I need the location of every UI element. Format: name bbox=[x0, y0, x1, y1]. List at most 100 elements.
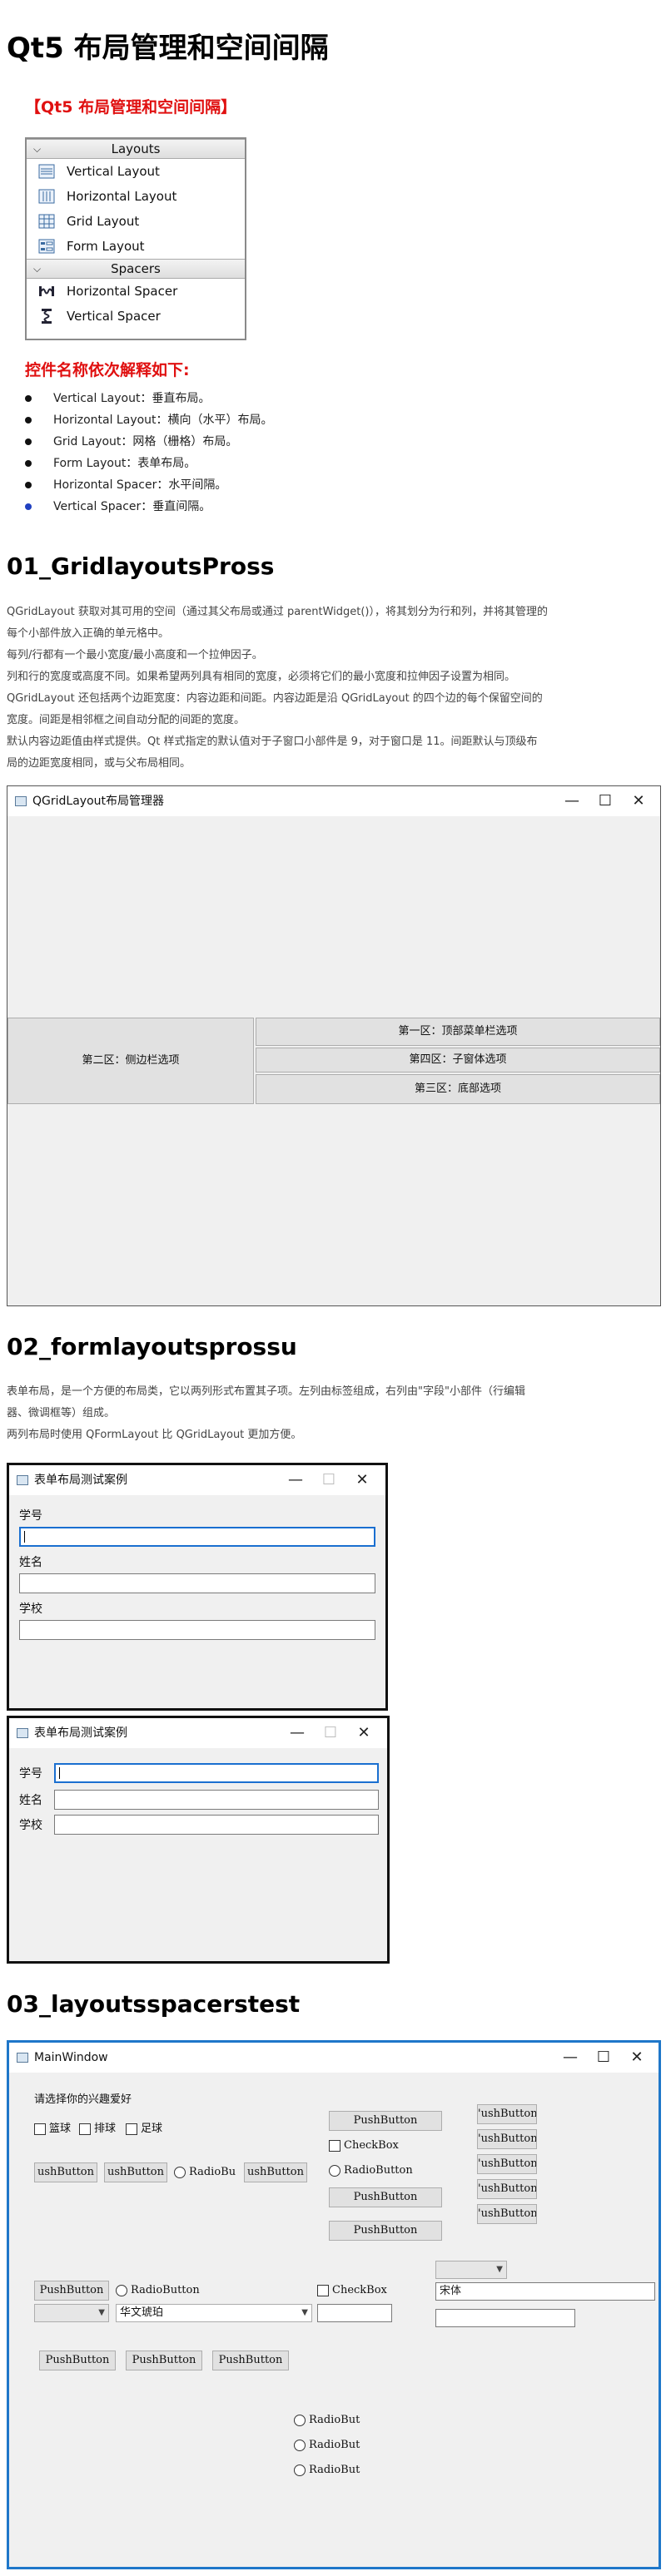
layouts-category[interactable]: ⌵ Layouts bbox=[27, 139, 245, 159]
font-field[interactable]: 宋体 bbox=[435, 2282, 655, 2301]
sidebar-zone-button[interactable]: 第二区：侧边栏选项 bbox=[7, 1018, 254, 1104]
list-item: Vertical Spacer：垂直间隔。 bbox=[25, 496, 273, 518]
hobby-checkbox-basketball[interactable]: 篮球 bbox=[34, 2123, 71, 2136]
explain-heading: 控件名称依次解释如下: bbox=[25, 361, 190, 379]
widget-vertical-spacer[interactable]: Vertical Spacer bbox=[27, 304, 245, 329]
push-button[interactable]: 'ushButton bbox=[477, 2154, 537, 2174]
app-icon bbox=[17, 1728, 28, 1738]
label-student-id: 学号 bbox=[19, 1767, 42, 1781]
app-icon bbox=[17, 1475, 28, 1485]
widget-vertical-layout[interactable]: Vertical Layout bbox=[27, 159, 245, 184]
label-school: 学校 bbox=[19, 1603, 42, 1616]
app-icon bbox=[17, 2053, 28, 2063]
push-button[interactable]: PushButton bbox=[34, 2281, 109, 2301]
top-menu-zone-button[interactable]: 第一区：顶部菜单栏选项 bbox=[256, 1018, 660, 1046]
grid-layout-window: QGridLayout布局管理器 — ☐ ✕ 第二区：侧边栏选项 第一区：顶部菜… bbox=[7, 785, 661, 1306]
chevron-down-icon: ▼ bbox=[496, 2265, 503, 2274]
form-layout-icon bbox=[38, 239, 55, 254]
label-school: 学校 bbox=[19, 1819, 42, 1832]
spacers-category[interactable]: ⌵ Spacers bbox=[27, 259, 245, 279]
maximize-icon[interactable]: ☐ bbox=[589, 786, 622, 816]
school-field[interactable] bbox=[54, 1815, 379, 1835]
push-button[interactable]: PushButton bbox=[329, 2187, 442, 2207]
page-title: Qt5 布局管理和空间间隔 bbox=[7, 32, 329, 65]
radio-button[interactable]: RadioBut bbox=[294, 2464, 360, 2477]
checkbox[interactable]: CheckBox bbox=[317, 2284, 387, 2297]
push-button[interactable]: ushButton bbox=[34, 2162, 97, 2182]
chevron-down-icon: ⌵ bbox=[33, 263, 42, 275]
app-icon bbox=[15, 796, 27, 806]
section-heading-grid: 01_GridlayoutsPross bbox=[7, 552, 275, 580]
hobby-checkbox-football[interactable]: 足球 bbox=[126, 2123, 162, 2136]
maximize-icon[interactable]: ☐ bbox=[312, 1465, 345, 1495]
hobby-checkbox-volleyball[interactable]: 排球 bbox=[79, 2123, 116, 2136]
student-id-field[interactable] bbox=[54, 1763, 379, 1783]
name-field[interactable] bbox=[19, 1573, 375, 1593]
widget-horizontal-layout[interactable]: Horizontal Layout bbox=[27, 184, 245, 209]
vertical-layout-icon bbox=[38, 164, 55, 179]
list-item: Vertical Layout：垂直布局。 bbox=[25, 388, 273, 409]
list-item: Horizontal Spacer：水平间隔。 bbox=[25, 474, 273, 496]
school-field[interactable] bbox=[19, 1620, 375, 1640]
grid-description: QGridLayout 获取对其可用的空间（通过其父布局或通过 parentWi… bbox=[7, 606, 549, 770]
close-icon[interactable]: ✕ bbox=[622, 786, 655, 816]
push-button[interactable]: ushButton bbox=[104, 2162, 167, 2182]
push-button[interactable]: 'ushButton bbox=[477, 2204, 537, 2224]
empty-combo[interactable]: ▼ bbox=[34, 2304, 109, 2322]
empty-combo-right[interactable]: ▼ bbox=[435, 2261, 507, 2279]
widget-box-panel: ⌵ Layouts Vertical Layout Horizontal Lay… bbox=[25, 137, 246, 340]
subtitle: 【Qt5 布局管理和空间间隔】 bbox=[25, 98, 237, 116]
radio-button[interactable]: RadioBu bbox=[174, 2166, 241, 2179]
chevron-down-icon: ▼ bbox=[301, 2308, 308, 2317]
maximize-icon[interactable]: ☐ bbox=[314, 1718, 347, 1748]
bottom-zone-button[interactable]: 第三区：底部选项 bbox=[256, 1074, 660, 1104]
widget-form-layout[interactable]: Form Layout bbox=[27, 234, 245, 259]
horizontal-spacer-icon bbox=[39, 286, 54, 296]
chevron-down-icon: ▼ bbox=[98, 2308, 105, 2317]
minimize-icon[interactable]: — bbox=[554, 2043, 587, 2073]
form-window-horizontal: 表单布局测试案例 — ☐ ✕ 学号 姓名 学校 bbox=[7, 1716, 390, 1964]
maximize-icon[interactable]: ☐ bbox=[587, 2043, 620, 2073]
font-combo[interactable]: 华文琥珀 ▼ bbox=[116, 2304, 312, 2322]
line-edit[interactable] bbox=[317, 2304, 392, 2322]
radio-button[interactable]: RadioBut bbox=[294, 2414, 360, 2427]
push-button[interactable]: 'ushButton bbox=[477, 2179, 537, 2199]
name-field[interactable] bbox=[54, 1790, 379, 1810]
form-description: 表单布局，是一个方便的布局类，它以两列形式布置其子项。左列由标签组成，右列由"字… bbox=[7, 1385, 525, 1441]
radio-button[interactable]: RadioButton bbox=[116, 2284, 200, 2297]
student-id-field[interactable] bbox=[19, 1527, 375, 1547]
vertical-spacer-icon bbox=[42, 309, 52, 324]
list-item: Grid Layout：网格（栅格）布局。 bbox=[25, 431, 273, 453]
list-item: Horizontal Layout：横向（水平）布局。 bbox=[25, 409, 273, 431]
section-heading-spacers: 03_layoutsspacerstest bbox=[7, 1990, 301, 2018]
push-button[interactable]: PushButton bbox=[329, 2221, 442, 2241]
list-item: Form Layout：表单布局。 bbox=[25, 453, 273, 474]
close-icon[interactable]: ✕ bbox=[345, 1465, 379, 1495]
close-icon[interactable]: ✕ bbox=[347, 1718, 380, 1748]
minimize-icon[interactable]: — bbox=[555, 786, 589, 816]
form-window-vertical: 表单布局测试案例 — ☐ ✕ 学号 姓名 学校 bbox=[7, 1463, 388, 1711]
subwindow-zone-button[interactable]: 第四区：子窗体选项 bbox=[256, 1048, 660, 1073]
label-name: 姓名 bbox=[19, 1556, 42, 1569]
close-icon[interactable]: ✕ bbox=[620, 2043, 654, 2073]
radio-button[interactable]: RadioBut bbox=[294, 2439, 360, 2452]
widget-horizontal-spacer[interactable]: Horizontal Spacer bbox=[27, 279, 245, 304]
main-window: MainWindow — ☐ ✕ 请选择你的兴趣爱好 篮球 排球 足球 ushB… bbox=[7, 2040, 661, 2569]
chevron-down-icon: ⌵ bbox=[33, 143, 42, 155]
checkbox[interactable]: CheckBox bbox=[329, 2139, 399, 2152]
push-button[interactable]: 'ushButton bbox=[477, 2129, 537, 2149]
minimize-icon[interactable]: — bbox=[281, 1718, 314, 1748]
push-button[interactable]: ushButton bbox=[244, 2162, 307, 2182]
push-button[interactable]: PushButton bbox=[39, 2351, 116, 2370]
push-button[interactable]: PushButton bbox=[329, 2111, 442, 2131]
push-button[interactable]: PushButton bbox=[212, 2351, 289, 2370]
widget-grid-layout[interactable]: Grid Layout bbox=[27, 209, 245, 234]
minimize-icon[interactable]: — bbox=[279, 1465, 312, 1495]
line-edit-right[interactable] bbox=[435, 2309, 575, 2327]
label-student-id: 学号 bbox=[19, 1509, 42, 1523]
radio-button[interactable]: RadioButton bbox=[329, 2164, 413, 2177]
push-button[interactable]: 'ushButton bbox=[477, 2104, 537, 2124]
label-name: 姓名 bbox=[19, 1794, 42, 1807]
push-button[interactable]: PushButton bbox=[126, 2351, 202, 2370]
grid-layout-icon bbox=[38, 214, 55, 229]
